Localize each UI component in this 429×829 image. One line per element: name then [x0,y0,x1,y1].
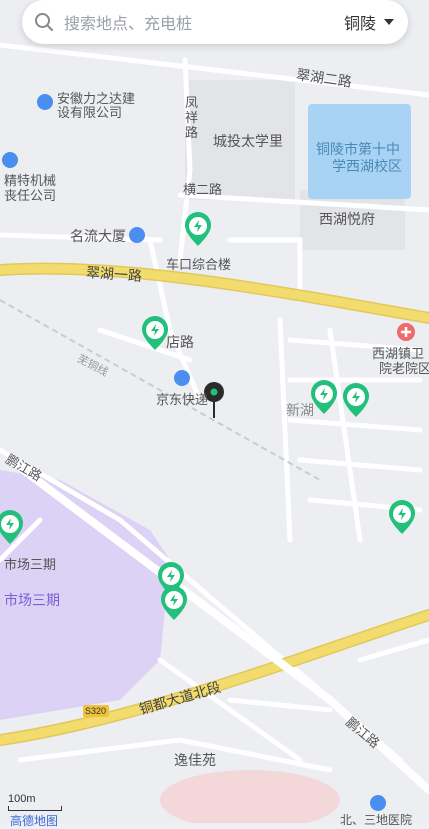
search-bar[interactable]: 搜索地点、充电桩 铜陵 [22,0,408,44]
poi-pin-icon[interactable] [2,152,18,168]
area-label: 市场三期 [4,592,60,608]
city-dropdown[interactable]: 铜陵 [344,10,394,34]
search-icon [35,13,53,31]
road-label: 店路 [166,334,194,350]
map-logo: 高德地图 [10,814,59,828]
scale-bar [8,806,62,811]
building-icon[interactable] [129,227,145,243]
city-label: 铜陵 [343,16,376,33]
search-input[interactable]: 搜索地点、充电桩 [64,10,344,34]
poi-label[interactable]: 市场三期 [4,557,56,573]
poi-label[interactable]: 名流大厦 [70,228,126,244]
route-badge-label: S320 [85,706,107,716]
poi-label[interactable]: 城投太学里 [213,133,283,149]
school-label[interactable]: 学西湖校区 [332,158,402,174]
poi-label[interactable]: 京东快递 [156,392,208,408]
poi-label[interactable]: 北、三地医院 [340,812,412,828]
scale-label: 100m [8,793,36,805]
school-label[interactable]: 铜陵市第十中 [316,141,400,157]
poi-pin-icon[interactable] [37,94,53,110]
poi-label[interactable]: 丧任公司 [4,188,56,204]
poi-label[interactable]: 西湖镇卫 [372,346,424,362]
road-label: 凤祥路 [185,95,199,140]
poi-pin-icon[interactable] [174,370,190,386]
poi-label[interactable]: 精特机械 [4,173,56,189]
poi-label[interactable]: 院老院区 [379,361,429,377]
caret-down-icon [384,19,394,25]
poi-label[interactable]: 车口综合楼 [166,257,231,273]
poi-label[interactable]: 西湖悦府 [319,211,375,227]
map-canvas[interactable] [0,0,429,823]
poi-label[interactable]: 设有限公司 [57,105,122,121]
road-label: 翠湖一路 [85,264,143,284]
area-label: 逸佳苑 [174,752,216,768]
hospital-poi-icon[interactable] [370,795,386,811]
area-label: 新湖 [286,402,314,418]
road-label: 横二路 [183,182,223,197]
